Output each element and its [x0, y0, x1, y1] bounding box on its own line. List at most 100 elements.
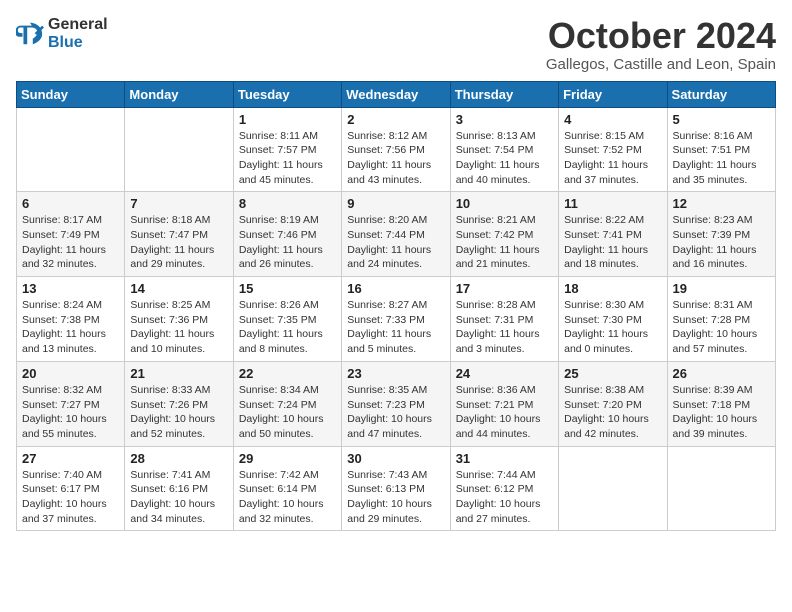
- day-content: Sunrise: 8:25 AM Sunset: 7:36 PM Dayligh…: [130, 298, 227, 357]
- logo-text: General Blue: [48, 16, 108, 51]
- day-number: 15: [239, 281, 336, 296]
- day-number: 14: [130, 281, 227, 296]
- day-number: 11: [564, 196, 661, 211]
- day-number: 21: [130, 366, 227, 381]
- day-cell: 8Sunrise: 8:19 AM Sunset: 7:46 PM Daylig…: [233, 192, 341, 277]
- page-header: General Blue October 2024 Gallegos, Cast…: [16, 16, 776, 73]
- day-cell: 31 Sunrise: 7:44 AM Sunset: 6:12 PM Dayli…: [450, 446, 558, 531]
- day-content: Sunrise: 8:20 AM Sunset: 7:44 PM Dayligh…: [347, 213, 444, 272]
- day-cell: 26 Sunrise: 8:39 AM Sunset: 7:18 PM Dayli…: [667, 361, 775, 446]
- day-number: 2: [347, 112, 444, 127]
- day-number: 16: [347, 281, 444, 296]
- logo-icon: [16, 20, 44, 48]
- day-cell: 5Sunrise: 8:16 AM Sunset: 7:51 PM Daylig…: [667, 107, 775, 192]
- logo: General Blue: [16, 16, 108, 51]
- logo-blue: Blue: [48, 34, 108, 52]
- day-cell: 9 Sunrise: 8:20 AM Sunset: 7:44 PM Daylig…: [342, 192, 450, 277]
- day-number: 7: [130, 196, 227, 211]
- day-content: Sunrise: 8:39 AM Sunset: 7:18 PM Dayligh…: [673, 383, 770, 442]
- day-content: Sunrise: 7:42 AM Sunset: 6:14 PM Dayligh…: [239, 468, 336, 527]
- day-cell: 28Sunrise: 7:41 AM Sunset: 6:16 PM Dayli…: [125, 446, 233, 531]
- day-cell: 21 Sunrise: 8:33 AM Sunset: 7:26 PM Dayli…: [125, 361, 233, 446]
- day-cell: 14 Sunrise: 8:25 AM Sunset: 7:36 PM Dayli…: [125, 277, 233, 362]
- day-number: 27: [22, 451, 119, 466]
- day-number: 19: [673, 281, 770, 296]
- day-content: Sunrise: 8:11 AM Sunset: 7:57 PM Dayligh…: [239, 129, 336, 188]
- day-number: 10: [456, 196, 553, 211]
- week-row-5: 27 Sunrise: 7:40 AM Sunset: 6:17 PM Dayli…: [17, 446, 776, 531]
- day-content: Sunrise: 7:40 AM Sunset: 6:17 PM Dayligh…: [22, 468, 119, 527]
- day-cell: 13 Sunrise: 8:24 AM Sunset: 7:38 PM Dayli…: [17, 277, 125, 362]
- day-cell: 15 Sunrise: 8:26 AM Sunset: 7:35 PM Dayli…: [233, 277, 341, 362]
- day-content: Sunrise: 8:23 AM Sunset: 7:39 PM Dayligh…: [673, 213, 770, 272]
- day-number: 31: [456, 451, 553, 466]
- day-number: 18: [564, 281, 661, 296]
- day-cell: 3Sunrise: 8:13 AM Sunset: 7:54 PM Daylig…: [450, 107, 558, 192]
- day-cell: [17, 107, 125, 192]
- logo-general: General: [48, 16, 108, 34]
- location: Gallegos, Castille and Leon, Spain: [546, 56, 776, 73]
- month-title: October 2024: [546, 16, 776, 56]
- header-cell-sunday: Sunday: [17, 81, 125, 107]
- day-content: Sunrise: 8:33 AM Sunset: 7:26 PM Dayligh…: [130, 383, 227, 442]
- day-cell: 30 Sunrise: 7:43 AM Sunset: 6:13 PM Dayli…: [342, 446, 450, 531]
- day-cell: 10Sunrise: 8:21 AM Sunset: 7:42 PM Dayli…: [450, 192, 558, 277]
- day-number: 24: [456, 366, 553, 381]
- day-content: Sunrise: 8:30 AM Sunset: 7:30 PM Dayligh…: [564, 298, 661, 357]
- day-content: Sunrise: 8:12 AM Sunset: 7:56 PM Dayligh…: [347, 129, 444, 188]
- day-number: 17: [456, 281, 553, 296]
- day-content: Sunrise: 8:15 AM Sunset: 7:52 PM Dayligh…: [564, 129, 661, 188]
- day-content: Sunrise: 8:31 AM Sunset: 7:28 PM Dayligh…: [673, 298, 770, 357]
- day-content: Sunrise: 8:34 AM Sunset: 7:24 PM Dayligh…: [239, 383, 336, 442]
- day-number: 26: [673, 366, 770, 381]
- day-cell: 11 Sunrise: 8:22 AM Sunset: 7:41 PM Dayli…: [559, 192, 667, 277]
- week-row-4: 20 Sunrise: 8:32 AM Sunset: 7:27 PM Dayli…: [17, 361, 776, 446]
- week-row-3: 13 Sunrise: 8:24 AM Sunset: 7:38 PM Dayli…: [17, 277, 776, 362]
- day-content: Sunrise: 8:28 AM Sunset: 7:31 PM Dayligh…: [456, 298, 553, 357]
- day-content: Sunrise: 8:26 AM Sunset: 7:35 PM Dayligh…: [239, 298, 336, 357]
- day-cell: 25Sunrise: 8:38 AM Sunset: 7:20 PM Dayli…: [559, 361, 667, 446]
- header-cell-wednesday: Wednesday: [342, 81, 450, 107]
- day-content: Sunrise: 8:36 AM Sunset: 7:21 PM Dayligh…: [456, 383, 553, 442]
- day-content: Sunrise: 8:24 AM Sunset: 7:38 PM Dayligh…: [22, 298, 119, 357]
- day-cell: 16 Sunrise: 8:27 AM Sunset: 7:33 PM Dayli…: [342, 277, 450, 362]
- day-number: 3: [456, 112, 553, 127]
- day-cell: [125, 107, 233, 192]
- day-content: Sunrise: 8:17 AM Sunset: 7:49 PM Dayligh…: [22, 213, 119, 272]
- title-block: October 2024 Gallegos, Castille and Leon…: [546, 16, 776, 73]
- day-cell: 18 Sunrise: 8:30 AM Sunset: 7:30 PM Dayli…: [559, 277, 667, 362]
- day-content: Sunrise: 8:18 AM Sunset: 7:47 PM Dayligh…: [130, 213, 227, 272]
- header-cell-saturday: Saturday: [667, 81, 775, 107]
- day-cell: 24 Sunrise: 8:36 AM Sunset: 7:21 PM Dayli…: [450, 361, 558, 446]
- day-cell: 23 Sunrise: 8:35 AM Sunset: 7:23 PM Dayli…: [342, 361, 450, 446]
- day-cell: [667, 446, 775, 531]
- day-cell: 12Sunrise: 8:23 AM Sunset: 7:39 PM Dayli…: [667, 192, 775, 277]
- day-number: 1: [239, 112, 336, 127]
- day-cell: 17 Sunrise: 8:28 AM Sunset: 7:31 PM Dayli…: [450, 277, 558, 362]
- week-row-1: 1 Sunrise: 8:11 AM Sunset: 7:57 PM Daylig…: [17, 107, 776, 192]
- day-number: 4: [564, 112, 661, 127]
- day-content: Sunrise: 7:41 AM Sunset: 6:16 PM Dayligh…: [130, 468, 227, 527]
- day-number: 20: [22, 366, 119, 381]
- day-number: 5: [673, 112, 770, 127]
- day-cell: 6Sunrise: 8:17 AM Sunset: 7:49 PM Daylig…: [17, 192, 125, 277]
- header-cell-monday: Monday: [125, 81, 233, 107]
- header-cell-tuesday: Tuesday: [233, 81, 341, 107]
- day-cell: 2 Sunrise: 8:12 AM Sunset: 7:56 PM Daylig…: [342, 107, 450, 192]
- day-content: Sunrise: 8:27 AM Sunset: 7:33 PM Dayligh…: [347, 298, 444, 357]
- day-number: 9: [347, 196, 444, 211]
- week-row-2: 6Sunrise: 8:17 AM Sunset: 7:49 PM Daylig…: [17, 192, 776, 277]
- day-content: Sunrise: 8:32 AM Sunset: 7:27 PM Dayligh…: [22, 383, 119, 442]
- day-number: 30: [347, 451, 444, 466]
- day-number: 13: [22, 281, 119, 296]
- day-cell: 7 Sunrise: 8:18 AM Sunset: 7:47 PM Daylig…: [125, 192, 233, 277]
- day-number: 22: [239, 366, 336, 381]
- day-content: Sunrise: 7:43 AM Sunset: 6:13 PM Dayligh…: [347, 468, 444, 527]
- day-content: Sunrise: 8:35 AM Sunset: 7:23 PM Dayligh…: [347, 383, 444, 442]
- day-content: Sunrise: 7:44 AM Sunset: 6:12 PM Dayligh…: [456, 468, 553, 527]
- day-cell: 4 Sunrise: 8:15 AM Sunset: 7:52 PM Daylig…: [559, 107, 667, 192]
- day-content: Sunrise: 8:22 AM Sunset: 7:41 PM Dayligh…: [564, 213, 661, 272]
- day-cell: 20 Sunrise: 8:32 AM Sunset: 7:27 PM Dayli…: [17, 361, 125, 446]
- day-number: 23: [347, 366, 444, 381]
- day-number: 29: [239, 451, 336, 466]
